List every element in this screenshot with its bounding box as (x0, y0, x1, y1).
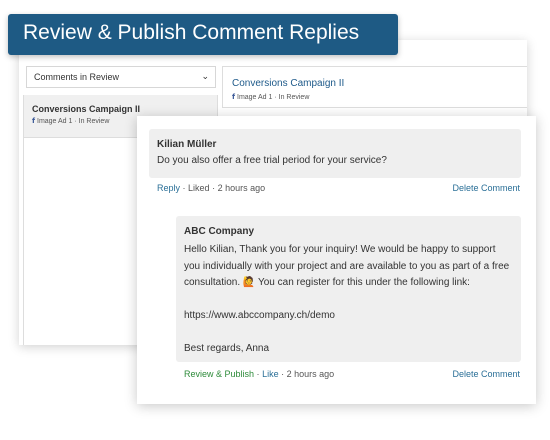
comment-author: Kilian Müller (157, 139, 217, 150)
reply-link[interactable]: Reply (157, 183, 180, 193)
list-item-status: Image Ad 1 · In Review (37, 118, 110, 125)
comment-actions: Reply · Liked · 2 hours ago (157, 183, 265, 193)
list-item-meta: f Image Ad 1 · In Review (32, 117, 109, 125)
reply-text[interactable]: Hello Kilian, Thank you for your inquiry… (184, 242, 514, 358)
detail-header: Conversions Campaign II f Image Ad 1 · I… (222, 66, 527, 108)
detail-meta: f Image Ad 1 · In Review (232, 93, 309, 101)
comment-text: Do you also offer a free trial period fo… (157, 155, 387, 166)
separator: · (281, 369, 285, 379)
comment-bubble: Kilian Müller Do you also offer a free t… (149, 129, 521, 178)
banner-title: Review & Publish Comment Replies (23, 21, 360, 44)
reply-time: 2 hours ago (286, 369, 335, 379)
separator: · (182, 183, 186, 193)
reply-actions: Review & Publish · Like · 2 hours ago (184, 369, 334, 379)
detail-status: Image Ad 1 · In Review (237, 94, 310, 101)
liked-link[interactable]: Liked (188, 183, 210, 193)
like-link[interactable]: Like (262, 369, 279, 379)
reply-author: ABC Company (184, 226, 255, 237)
comments-filter-select[interactable]: Comments in Review ⌄ (26, 66, 216, 88)
title-banner: Review & Publish Comment Replies (8, 14, 398, 55)
delete-comment-button[interactable]: Delete Comment (452, 183, 520, 193)
detail-title[interactable]: Conversions Campaign II (232, 78, 344, 89)
chevron-down-icon: ⌄ (201, 71, 209, 81)
facebook-icon: f (232, 93, 236, 101)
review-publish-button[interactable]: Review & Publish (184, 369, 254, 379)
reply-bubble: ABC Company Hello Kilian, Thank you for … (176, 216, 521, 362)
separator: · (256, 369, 260, 379)
filter-selected-value: Comments in Review (34, 72, 120, 82)
comment-thread-panel: Kilian Müller Do you also offer a free t… (137, 116, 536, 404)
facebook-icon: f (32, 117, 36, 125)
delete-reply-button[interactable]: Delete Comment (452, 369, 520, 379)
comment-time: 2 hours ago (217, 183, 266, 193)
list-item-title: Conversions Campaign II (32, 104, 141, 114)
separator: · (212, 183, 216, 193)
